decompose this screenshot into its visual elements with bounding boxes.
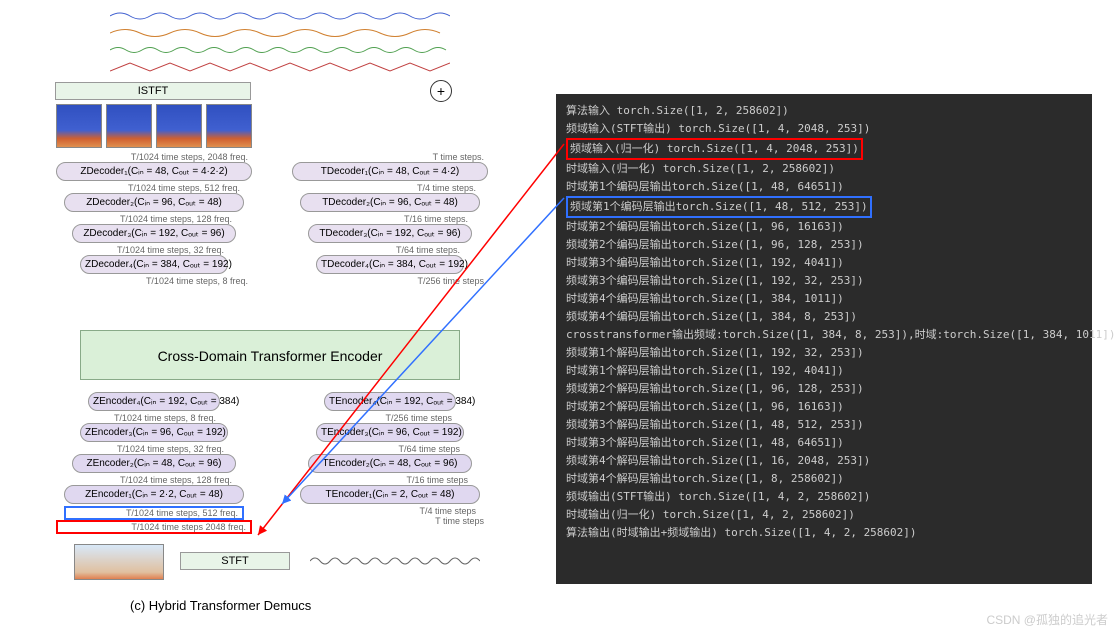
layer-label: T/256 time steps	[324, 413, 456, 423]
console-line: 时域第2个编码层输出torch.Size([1, 96, 16163])	[566, 218, 1082, 236]
layer-block: ZEncoder₁(Cᵢₙ = 2·2, Cₒᵤₜ = 48)	[64, 485, 244, 504]
console-line: crosstransformer输出频域:torch.Size([1, 384,…	[566, 326, 1082, 344]
layer-label: T/1024 time steps, 512 freq.	[64, 506, 244, 520]
transformer-block: Cross-Domain Transformer Encoder	[80, 330, 460, 380]
z-encoder-stack: ZEncoder₄(Cᵢₙ = 192, Cₒᵤₜ = 384) T/1024 t…	[56, 392, 252, 534]
layer-label: T/64 time steps	[316, 444, 464, 454]
layer-block: ZEncoder₃(Cᵢₙ = 96, Cₒᵤₜ = 192)	[80, 423, 228, 442]
layer-label: T/4 time steps	[300, 506, 480, 516]
layer-label: T/1024 time steps, 8 freq.	[88, 413, 220, 423]
output-waveforms	[110, 8, 450, 76]
console-line: 时域第1个编码层输出torch.Size([1, 48, 64651])	[566, 178, 1082, 196]
console-line: 时域第4个编码层输出torch.Size([1, 384, 1011])	[566, 290, 1082, 308]
diagram-caption: (c) Hybrid Transformer Demucs	[130, 598, 311, 613]
input-spectrogram	[74, 544, 164, 580]
z-decoder-stack: T/1024 time steps, 2048 freq.ZDecoder₁(C…	[56, 152, 252, 286]
console-line: 频域第2个解码层输出torch.Size([1, 96, 128, 253])	[566, 380, 1082, 398]
layer-block: TEncoder₃(Cᵢₙ = 96, Cₒᵤₜ = 192)	[316, 423, 464, 442]
console-line: 算法输入 torch.Size([1, 2, 258602])	[566, 102, 1082, 120]
console-line: 时域输出(归一化) torch.Size([1, 4, 2, 258602])	[566, 506, 1082, 524]
istft-block: ISTFT	[55, 82, 251, 100]
layer-label: T time steps	[292, 516, 488, 526]
t-encoder-stack: TEncoder₄(Cᵢₙ = 192, Cₒᵤₜ = 384) T/256 ti…	[292, 392, 488, 526]
layer-block: ZEncoder₄(Cᵢₙ = 192, Cₒᵤₜ = 384)	[88, 392, 220, 411]
console-line: 时域第3个解码层输出torch.Size([1, 48, 64651])	[566, 434, 1082, 452]
output-spectrograms	[56, 104, 252, 148]
console-line: 频域输入(STFT输出) torch.Size([1, 4, 2048, 253…	[566, 120, 1082, 138]
console-line: 时域第1个解码层输出torch.Size([1, 192, 4041])	[566, 362, 1082, 380]
layer-label: T/1024 time steps 2048 freq.	[56, 520, 252, 534]
console-line: 频域第1个解码层输出torch.Size([1, 192, 32, 253])	[566, 344, 1082, 362]
sum-icon: +	[430, 80, 452, 102]
layer-block: TEncoder₁(Cᵢₙ = 2, Cₒᵤₜ = 48)	[300, 485, 480, 504]
console-line: 频域第4个解码层输出torch.Size([1, 16, 2048, 253])	[566, 452, 1082, 470]
console-line: 频域输入(归一化) torch.Size([1, 4, 2048, 253])	[566, 138, 1082, 160]
console-line: 频域第4个编码层输出torch.Size([1, 384, 8, 253])	[566, 308, 1082, 326]
t-decoder-stack: T time steps.TDecoder₁(Cᵢₙ = 48, Cₒᵤₜ = …	[292, 152, 488, 286]
console-line: 时域第4个解码层输出torch.Size([1, 8, 258602])	[566, 470, 1082, 488]
console-line: 频域第2个编码层输出torch.Size([1, 96, 128, 253])	[566, 236, 1082, 254]
console-line: 时域输入(归一化) torch.Size([1, 2, 258602])	[566, 160, 1082, 178]
layer-label: T/1024 time steps, 32 freq.	[80, 444, 228, 454]
console-line: 时域第3个编码层输出torch.Size([1, 192, 4041])	[566, 254, 1082, 272]
console-line: 频域第3个编码层输出torch.Size([1, 192, 32, 253])	[566, 272, 1082, 290]
console-output: 算法输入 torch.Size([1, 2, 258602])频域输入(STFT…	[556, 94, 1092, 584]
layer-label: T/16 time steps	[308, 475, 472, 485]
input-waveform	[310, 552, 480, 570]
console-line: 频域第3个解码层输出torch.Size([1, 48, 512, 253])	[566, 416, 1082, 434]
console-line: 频域输出(STFT输出) torch.Size([1, 4, 2, 258602…	[566, 488, 1082, 506]
console-line: 算法输出(时域输出+频域输出) torch.Size([1, 4, 2, 258…	[566, 524, 1082, 542]
layer-block: TEncoder₂(Cᵢₙ = 48, Cₒᵤₜ = 96)	[308, 454, 472, 473]
layer-block: TEncoder₄(Cᵢₙ = 192, Cₒᵤₜ = 384)	[324, 392, 456, 411]
layer-block: ZEncoder₂(Cᵢₙ = 48, Cₒᵤₜ = 96)	[72, 454, 236, 473]
console-line: 时域第2个解码层输出torch.Size([1, 96, 16163])	[566, 398, 1082, 416]
watermark: CSDN @孤独的追光者	[986, 611, 1108, 628]
layer-label: T/1024 time steps, 128 freq.	[72, 475, 236, 485]
diagram-panel: ISTFT + T/1024 time steps, 2048 freq.ZDe…	[0, 0, 504, 636]
console-line: 频域第1个编码层输出torch.Size([1, 48, 512, 253])	[566, 196, 1082, 218]
stft-block: STFT	[180, 552, 290, 570]
